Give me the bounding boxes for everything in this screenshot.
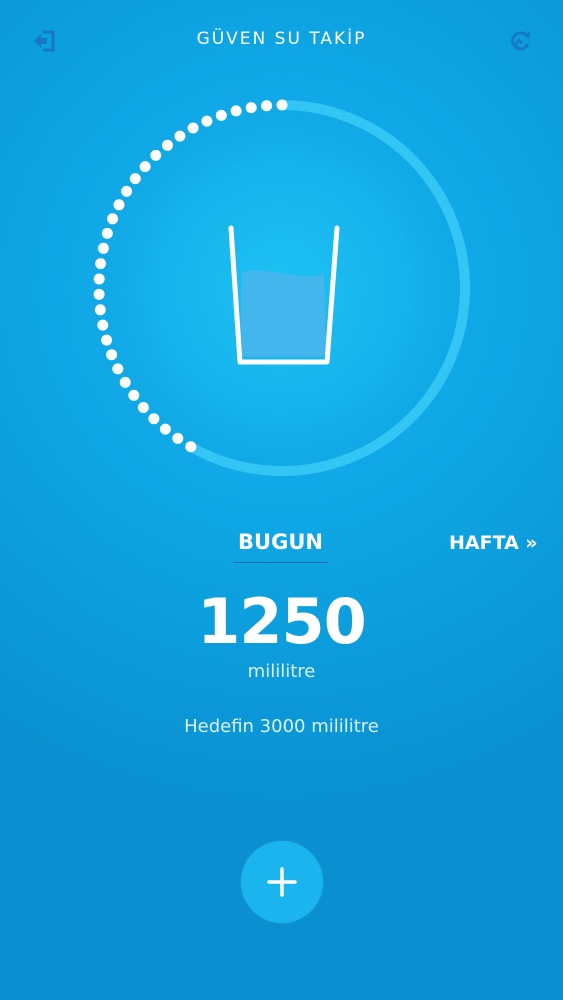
period-tabs: BUGUN HAFTA » (0, 520, 563, 570)
progress-dot (245, 102, 257, 114)
progress-dot (261, 100, 273, 112)
progress-dot (95, 258, 107, 270)
consumed-amount: 1250 (197, 585, 367, 658)
progress-dot (128, 389, 140, 401)
progress-dot (162, 139, 173, 151)
progress-dot (107, 213, 119, 225)
progress-dot (172, 432, 184, 444)
progress-dot (97, 242, 109, 254)
progress-dot (94, 304, 106, 316)
progress-ring (93, 99, 470, 476)
progress-dot (121, 185, 133, 197)
progress-dot (93, 288, 105, 300)
progress-dot (185, 441, 197, 453)
progress-dot (97, 319, 109, 331)
progress-dot (101, 227, 113, 239)
progress-dot (201, 115, 213, 127)
progress-dot (93, 273, 105, 285)
progress-dot (137, 402, 149, 413)
progress-dot (113, 199, 125, 211)
progress-dot (119, 376, 131, 388)
progress-dot (139, 161, 151, 173)
progress-dot (101, 334, 113, 346)
progress-dot (150, 149, 162, 161)
progress-dot (174, 130, 186, 142)
plus-icon (267, 867, 297, 897)
goal-text: Hedefin 3000 mililitre (184, 716, 379, 737)
progress-dot (230, 105, 242, 117)
progress-dot (159, 423, 171, 435)
progress-dot (106, 349, 118, 361)
progress-dot (129, 173, 141, 185)
amount-unit: mililitre (247, 661, 316, 682)
progress-dot (148, 413, 160, 425)
tab-underline (233, 562, 328, 563)
tab-today[interactable]: BUGUN (233, 530, 328, 554)
progress-dot (276, 99, 288, 111)
progress-dot (112, 363, 124, 375)
progress-dot (187, 122, 199, 134)
tab-week[interactable]: HAFTA » (449, 532, 538, 554)
progress-dot (215, 109, 227, 121)
add-water-button[interactable] (241, 841, 323, 923)
